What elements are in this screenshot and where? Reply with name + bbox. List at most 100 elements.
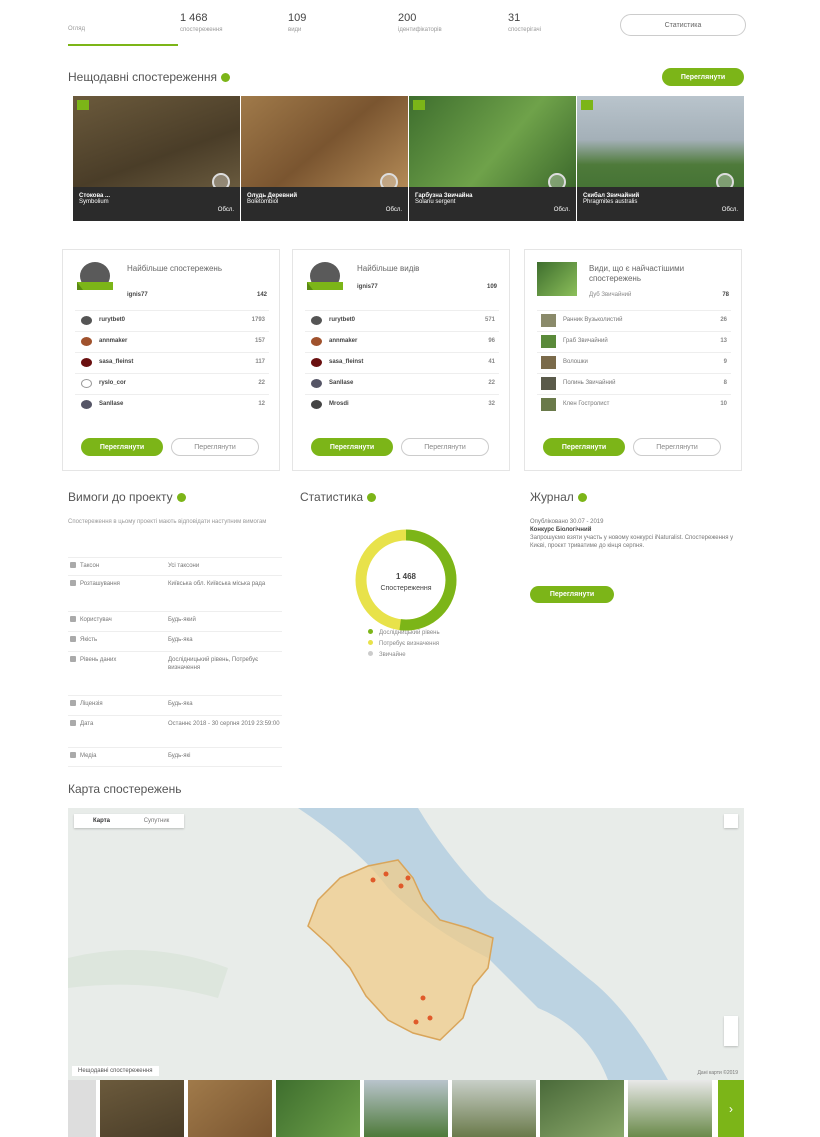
observation-photo[interactable]: Олудь Деревний Boletombiol Обсл. [241,96,408,221]
tab-identifiers[interactable]: 200 ідентифікаторів [398,12,442,46]
list-item[interactable]: sasa_fleinst 41 [305,352,499,373]
leader-row[interactable]: ignis77 109 [357,284,497,290]
list-item[interactable]: Клен Гостролист 10 [537,394,731,415]
legend-swatch [368,629,373,634]
journal-post-title[interactable]: Конкурс Біологічний [530,526,744,534]
list-item[interactable]: Ранник Вузьколистий 26 [537,310,731,331]
view-button[interactable]: Переглянути [311,438,393,456]
tab-observations[interactable]: 1 468 спостереження [180,12,222,46]
statistics-title: Статистика [300,490,377,504]
list-item[interactable]: rurytbet0 1793 [75,310,269,331]
journal-view-button[interactable]: Переглянути [530,586,614,603]
strip-photo[interactable] [452,1080,536,1137]
quality-icon [70,636,76,642]
list-item[interactable]: Sanllase 12 [75,394,269,415]
observation-marker[interactable] [413,1019,419,1025]
license-icon [70,700,76,706]
list-item[interactable]: Граб Звичайний 13 [537,331,731,352]
journal-post: Опубліковано 30.07 - 2019 Конкурс Біолог… [530,518,744,550]
observation-marker[interactable] [427,1015,433,1021]
strip-photo[interactable] [100,1080,184,1137]
info-icon[interactable] [176,493,186,502]
strip-next-button[interactable]: › [718,1080,744,1137]
list-item[interactable]: ryslo_cor 22 [75,373,269,394]
strip-photo[interactable] [188,1080,272,1137]
map-tab-map[interactable]: Карта [74,814,129,828]
species-thumbnail [541,335,556,348]
stats-button[interactable]: Статистика [620,14,746,36]
observation-marker[interactable] [398,883,404,889]
active-tab-indicator [68,44,178,46]
observation-marker[interactable] [383,871,389,877]
species-thumbnail[interactable] [537,262,577,296]
media-icon [70,752,76,758]
info-icon[interactable] [367,493,377,502]
map-attribution: Дані карти ©2019 [697,1070,738,1076]
leader-badge-icon [77,262,113,290]
strip-prev-button[interactable] [68,1080,96,1137]
donut-value: 1 468 [396,572,417,581]
tab-species[interactable]: 109 види [288,12,306,46]
research-grade-icon [77,100,89,110]
map-caption: Нещодавні спостереження [72,1066,159,1076]
observation-photo[interactable]: Гарбузна Звичайна Solanu sergent Обсл. [409,96,576,221]
requirement-row: Медіа Будь-які [68,747,282,767]
map-canvas[interactable] [68,808,744,1080]
list-item[interactable]: Волошки 9 [537,352,731,373]
data-quality-icon [70,656,76,662]
strip-photo[interactable] [364,1080,448,1137]
avatar [81,316,92,325]
avatar [311,400,322,409]
view-button[interactable]: Переглянути [81,438,163,456]
map-terrain [68,950,228,998]
list-item[interactable]: annmaker 157 [75,331,269,352]
view-all-recent-button[interactable]: Переглянути [662,68,744,86]
strip-photo[interactable] [276,1080,360,1137]
map-tab-satellite[interactable]: Супутник [129,814,184,828]
legend-swatch [368,640,373,645]
observations-map[interactable]: Карта Супутник Нещодавні спостереження Д… [68,808,744,1080]
list-item[interactable]: rurytbet0 571 [305,310,499,331]
map-title: Карта спостережень [68,782,182,796]
observation-marker[interactable] [370,877,376,883]
taxon-icon [70,562,76,568]
requirement-row: Таксон Усі таксони [68,557,282,575]
requirement-row: Рівень даних Дослідницький рівень, Потреб… [68,651,282,695]
view-secondary-button[interactable]: Переглянути [633,438,721,456]
strip-photo[interactable] [540,1080,624,1137]
list-item[interactable]: Mrosdi 32 [305,394,499,415]
zoom-control[interactable] [724,1016,738,1046]
observation-photo[interactable]: Скибал Звичайний Phragmites australis Обс… [577,96,744,221]
tab-observers[interactable]: 31 спостерігачі [508,12,541,46]
info-icon[interactable] [221,73,231,82]
requirements-intro: Спостереження в цьому проекті мають відп… [68,519,267,525]
tab-overview[interactable]: Огляд [68,26,85,60]
leader-row[interactable]: Дуб Звичайний 78 [589,292,729,298]
most-observations-card: Найбільше спостережень ignis77 142 rurytb… [62,249,280,471]
legend-swatch [368,651,373,656]
observation-marker[interactable] [420,995,426,1001]
species-thumbnail [541,398,556,411]
list-item[interactable]: Полинь Звичайний 8 [537,373,731,394]
legend-item: Потребує визначення [368,640,439,647]
journal-date: Опубліковано 30.07 - 2019 [530,519,604,525]
donut-label: Спостереження [380,585,431,592]
map-type-toggle: Карта Супутник [74,814,184,828]
photo-caption: Олудь Деревний Boletombiol [241,187,408,221]
requirements-title: Вимоги до проекту [68,490,186,504]
fullscreen-icon[interactable] [724,814,738,828]
observation-photo[interactable]: Стокова ... Symbolium Обсл. [73,96,240,221]
view-secondary-button[interactable]: Переглянути [171,438,259,456]
requirement-row: Якість Будь-яка [68,631,282,651]
observation-marker[interactable] [405,875,411,881]
list-item[interactable]: sasa_fleinst 117 [75,352,269,373]
leader-row[interactable]: ignis77 142 [127,292,267,298]
strip-photo[interactable] [628,1080,712,1137]
card-title: Види, що є найчастішими спостережень [589,264,685,283]
list-item[interactable]: Sanllase 22 [305,373,499,394]
view-button[interactable]: Переглянути [543,438,625,456]
list-item[interactable]: annmaker 96 [305,331,499,352]
info-icon[interactable] [577,493,587,502]
requirement-row: Ліцензія Будь-яка [68,695,282,715]
view-secondary-button[interactable]: Переглянути [401,438,489,456]
